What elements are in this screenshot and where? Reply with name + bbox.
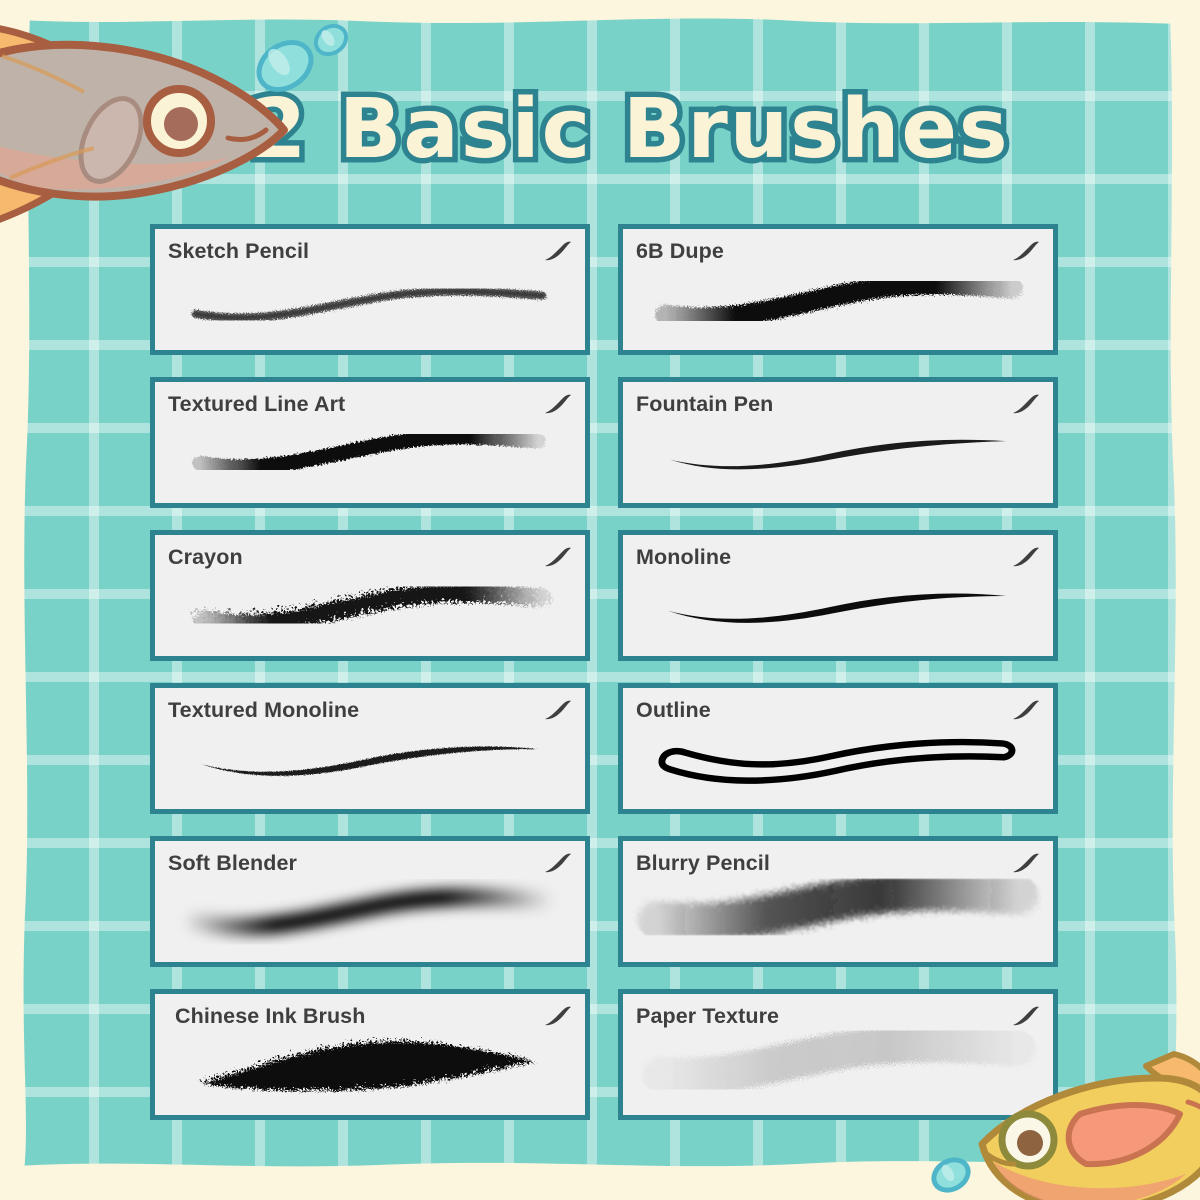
brush-card-label: Textured Monoline	[168, 698, 360, 722]
brush-card[interactable]: Soft Blender	[150, 836, 590, 967]
brush-stroke-icon	[1013, 394, 1039, 414]
poster-canvas: Sketch Pencil 6B Dupe Textured Line Art …	[0, 0, 1200, 1200]
brush-card[interactable]: Crayon	[150, 530, 590, 661]
brush-card[interactable]: Chinese Ink Brush	[150, 989, 590, 1120]
fish-icon	[978, 1051, 1200, 1200]
brush-card-label: Crayon	[168, 545, 243, 569]
brush-card-label: Soft Blender	[168, 851, 298, 875]
brush-card[interactable]: Monoline	[618, 530, 1058, 661]
brush-card[interactable]: Textured Monoline	[150, 683, 590, 814]
brush-stroke-icon	[1013, 700, 1039, 720]
brush-stroke-icon	[545, 700, 571, 720]
brush-card-label: Blurry Pencil	[636, 851, 770, 875]
brush-stroke-icon	[545, 853, 571, 873]
brush-card[interactable]: Outline	[618, 683, 1058, 814]
brush-card-label: Monoline	[636, 545, 732, 569]
brush-stroke-icon	[545, 394, 571, 414]
brush-card-label: Chinese Ink Brush	[175, 1004, 366, 1028]
brush-stroke-icon	[1013, 547, 1039, 567]
brush-card[interactable]: Fountain Pen	[618, 377, 1058, 508]
brush-stroke-icon	[545, 547, 571, 567]
brush-card-label: Textured Line Art	[168, 392, 346, 416]
brush-card-label: Paper Texture	[636, 1004, 780, 1028]
brush-card[interactable]: Blurry Pencil	[618, 836, 1058, 967]
brush-card[interactable]: Textured Line Art	[150, 377, 590, 508]
brush-stroke-icon	[1013, 1006, 1039, 1026]
brush-card-grid: Sketch Pencil 6B Dupe Textured Line Art …	[150, 224, 1058, 1120]
brush-stroke-icon	[545, 1006, 571, 1026]
brush-stroke-icon	[1013, 853, 1039, 873]
bubble-icon	[931, 1157, 971, 1193]
brush-card-label: Outline	[636, 698, 711, 722]
brush-stroke-icon	[1013, 241, 1039, 261]
fish-icon	[0, 25, 288, 223]
brush-stroke-icon	[545, 241, 571, 261]
brush-card-label: 6B Dupe	[636, 239, 724, 263]
brush-card-label: Fountain Pen	[636, 392, 774, 416]
brush-card[interactable]: 6B Dupe	[618, 224, 1058, 355]
